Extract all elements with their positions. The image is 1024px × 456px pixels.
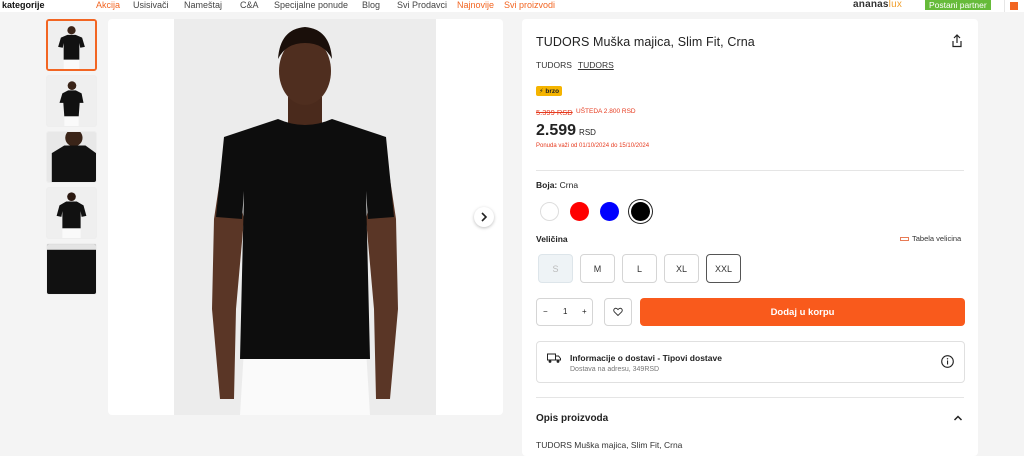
delivery-subtitle: Dostava na adresu, 349RSD [570,366,660,373]
tshirt-front-image [48,21,95,69]
thumbnail-gallery [46,19,98,299]
tshirt-closeup-image [47,132,96,182]
brand-name: TUDORS [536,60,572,70]
thumbnail-closeup[interactable] [46,131,97,183]
side-panel-tab[interactable] [1004,0,1024,12]
fabric-detail-image [47,244,96,294]
product-photo [174,19,436,415]
color-swatch-red[interactable] [570,202,589,221]
add-to-cart-button[interactable]: Dodaj u korpu [640,298,965,326]
color-swatch-black[interactable] [631,202,650,221]
old-price: 5.399 RSD [536,108,573,117]
nav-item-svi-proizvodi[interactable]: Svi proizvodi [504,0,555,10]
thumbnail-front[interactable] [46,19,97,71]
nav-item-akcija[interactable]: Akcija [96,0,120,10]
thumbnail-fabric[interactable] [46,243,97,295]
divider [536,397,964,398]
nav-item-specijalne-ponude[interactable]: Specijalne ponude [274,0,348,10]
flag-icon [1010,2,1018,10]
size-option-m[interactable]: M [580,254,615,283]
delivery-title: Informacije o dostavi - Tipovi dostave [570,353,722,363]
decrease-quantity-button[interactable]: − [543,307,548,316]
heart-icon [613,307,623,317]
info-icon[interactable] [941,355,954,368]
increase-quantity-button[interactable]: + [582,307,587,316]
brand-link[interactable]: TUDORS [578,60,614,70]
wishlist-button[interactable] [604,298,632,326]
thumbnail-back[interactable] [46,187,97,239]
model-tshirt-image [174,19,436,415]
divider [536,170,964,171]
nav-item-namestaj[interactable]: Nameštaj [184,0,222,10]
share-icon[interactable] [950,34,964,48]
color-swatch-blue[interactable] [600,202,619,221]
description-text: TUDORS Muška majica, Slim Fit, Crna [536,440,683,450]
quantity-value[interactable]: 1 [563,307,567,316]
current-price: 2.599 RSD [536,122,596,139]
tshirt-side-image [47,76,96,126]
description-title[interactable]: Opis proizvoda [536,413,608,424]
quantity-stepper: − 1 + [536,298,593,326]
truck-icon [547,353,561,363]
become-partner-button[interactable]: Postani partner [925,0,991,10]
nav-item-usisivaci[interactable]: Usisivači [133,0,169,10]
nav-item-svi-prodavci[interactable]: Svi Prodavci [397,0,447,10]
product-title: TUDORS Muška majica, Slim Fit, Crna [536,35,755,49]
next-image-button[interactable] [474,207,494,227]
main-product-image[interactable] [108,19,503,415]
delivery-info-box[interactable]: Informacije o dostavi - Tipovi dostave D… [536,341,965,383]
size-option-l[interactable]: L [622,254,657,283]
size-chart-link[interactable]: Tabela velicina [900,234,961,243]
size-option-s[interactable]: S [538,254,573,283]
fast-delivery-badge: ⚡ brzo [536,86,563,96]
nav-item-ca[interactable]: C&A [240,0,259,10]
nav-item-blog[interactable]: Blog [362,0,380,10]
categories-menu[interactable]: kategorije [2,0,45,10]
chevron-up-icon[interactable] [953,413,963,423]
ananas-lux-logo[interactable]: ananaslux [853,0,902,10]
size-option-xl[interactable]: XL [664,254,699,283]
color-swatch-white[interactable] [540,202,559,221]
thumbnail-side[interactable] [46,75,97,127]
size-label: Veličina [536,234,568,244]
brand-line: TUDORS TUDORS [536,60,614,70]
product-details-panel: TUDORS Muška majica, Slim Fit, Crna TUDO… [522,19,978,456]
color-label: Boja: Crna [536,180,579,190]
top-navigation: kategorije Akcija Usisivači Nameštaj C&A… [0,0,1024,12]
tshirt-back-image [47,188,96,238]
offer-validity: Ponuda važi od 01/10/2024 do 15/10/2024 [536,143,650,149]
size-option-xxl[interactable]: XXL [706,254,741,283]
saving-label: UŠTEDA 2.800 RSD [576,108,636,115]
nav-item-najnovije[interactable]: Najnovije [457,0,494,10]
chevron-right-icon [481,212,488,222]
ruler-icon [900,237,909,242]
